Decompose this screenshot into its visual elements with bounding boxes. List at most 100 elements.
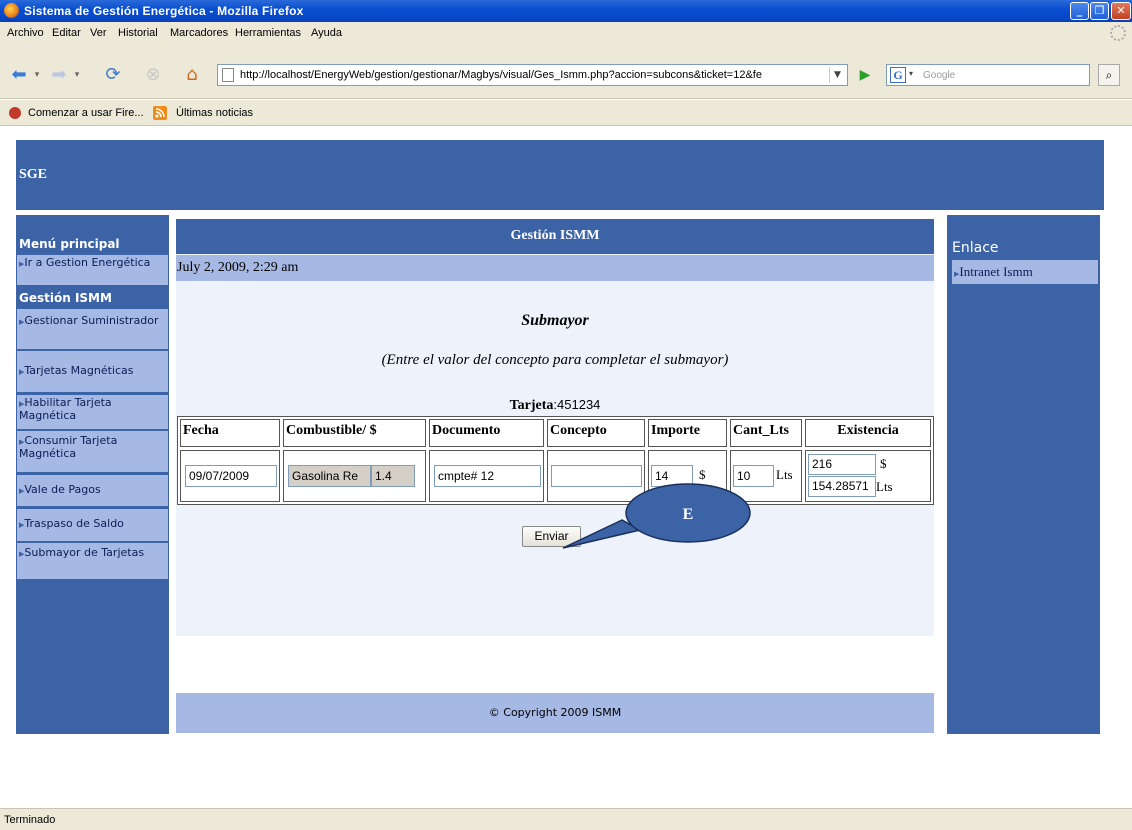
menu-ver[interactable]: Ver bbox=[90, 27, 107, 39]
navigation-toolbar: ⬅ ▾ ➡ ▾ ⟳ ⊗ ⌂ http://localhost/EnergyWeb… bbox=[0, 44, 1132, 99]
url-text: http://localhost/EnergyWeb/gestion/gesti… bbox=[240, 69, 762, 81]
sidebar-item-vale-de-pagos[interactable]: ▶Vale de Pagos bbox=[17, 475, 168, 506]
site-title: SGE bbox=[19, 167, 48, 182]
sidebar-item-gestion-energetica[interactable]: ▶Ir a Gestion Energética bbox=[17, 255, 168, 285]
fecha-field[interactable]: 09/07/2009 bbox=[185, 465, 277, 487]
date-bar: July 2, 2009, 2:29 am bbox=[176, 255, 934, 281]
sidebar-item-gestionar-suministrador[interactable]: ▶Gestionar Suministrador bbox=[17, 309, 168, 349]
menu-historial[interactable]: Historial bbox=[118, 27, 158, 39]
close-icon[interactable]: ✕ bbox=[1111, 2, 1131, 20]
window-title-bar: Sistema de Gestión Energética - Mozilla … bbox=[0, 0, 1132, 22]
search-placeholder: Google bbox=[923, 70, 956, 81]
menu-principal-heading: Menú principal bbox=[19, 237, 120, 251]
sidebar-item-consumir-tarjeta[interactable]: ▶Consumir Tarjeta Magnética bbox=[17, 431, 168, 472]
bookmarks-toolbar: Comenzar a usar Fire... Últimas noticias bbox=[0, 100, 1132, 126]
table-cell-existencia: 216 $ 154.28571 Lts bbox=[805, 450, 931, 502]
left-sidebar: Menú principal ▶Ir a Gestion Energética … bbox=[16, 215, 169, 734]
sidebar-item-label: Habilitar Tarjeta Magnética bbox=[19, 396, 112, 422]
site-banner: SGE bbox=[16, 140, 1104, 210]
table-cell-concepto bbox=[547, 450, 645, 502]
home-icon[interactable]: ⌂ bbox=[179, 64, 205, 86]
back-dropdown-icon[interactable]: ▾ bbox=[32, 64, 42, 86]
bookmark-latest-news[interactable]: Últimas noticias bbox=[176, 107, 253, 119]
enviar-button[interactable]: Enviar bbox=[522, 526, 581, 547]
existencia-lts-field[interactable]: 154.28571 bbox=[808, 476, 876, 497]
forward-dropdown-icon[interactable]: ▾ bbox=[72, 64, 82, 86]
instruction-text: (Entre el valor del concepto para comple… bbox=[381, 352, 729, 368]
column-header-importe: Importe bbox=[648, 419, 727, 447]
sidebar-item-label: Gestionar Suministrador bbox=[24, 314, 159, 327]
tarjeta-label: Tarjeta bbox=[509, 398, 554, 413]
submayor-table: Fecha Combustible/ $ Documento Concepto … bbox=[177, 416, 934, 505]
sidebar-item-label: Tarjetas Magnéticas bbox=[24, 364, 134, 377]
table-cell-documento: cmpte# 12 bbox=[429, 450, 544, 502]
sidebar-item-label: Traspaso de Saldo bbox=[24, 517, 124, 530]
minimize-icon[interactable]: _ bbox=[1070, 2, 1089, 20]
sidebar-item-label: Vale de Pagos bbox=[24, 483, 101, 496]
url-dropdown-icon[interactable]: ▼ bbox=[829, 67, 845, 83]
menu-marcadores[interactable]: Marcadores bbox=[170, 27, 228, 39]
forward-icon[interactable]: ➡ bbox=[46, 64, 72, 86]
link-intranet-ismm[interactable]: ▶Intranet Ismm bbox=[952, 260, 1098, 284]
main-panel: Gestión ISMM July 2, 2009, 2:29 am Subma… bbox=[176, 219, 934, 636]
page-content: SGE Menú principal ▶Ir a Gestion Energét… bbox=[0, 127, 1132, 807]
documento-field[interactable]: cmpte# 12 bbox=[434, 465, 541, 487]
firefox-icon bbox=[4, 3, 19, 18]
gestion-ismm-heading: Gestión ISMM bbox=[19, 291, 112, 305]
go-icon[interactable]: ▶ bbox=[855, 65, 875, 85]
reload-icon[interactable]: ⟳ bbox=[100, 64, 126, 86]
sidebar-item-submayor-de-tarjetas[interactable]: ▶Submayor de Tarjetas bbox=[17, 543, 168, 579]
google-icon[interactable]: G bbox=[890, 67, 906, 83]
cant-lts-field[interactable]: 10 bbox=[733, 465, 774, 487]
search-input[interactable]: G ▾ Google bbox=[886, 64, 1090, 86]
column-header-combustible: Combustible/ $ bbox=[283, 419, 426, 447]
enlace-heading: Enlace bbox=[952, 240, 999, 256]
url-bar[interactable]: http://localhost/EnergyWeb/gestion/gesti… bbox=[217, 64, 848, 86]
sidebar-item-traspaso-de-saldo[interactable]: ▶Traspaso de Saldo bbox=[17, 509, 168, 541]
importe-unit: $ bbox=[699, 467, 706, 482]
menu-ayuda[interactable]: Ayuda bbox=[311, 27, 342, 39]
table-cell-importe: 14 $ bbox=[648, 450, 727, 502]
combustible-field[interactable]: Gasolina Re bbox=[288, 465, 371, 487]
firefox-bookmark-icon bbox=[9, 107, 21, 119]
page-footer: © Copyright 2009 ISMM bbox=[176, 693, 934, 733]
column-header-concepto: Concepto bbox=[547, 419, 645, 447]
menu-archivo[interactable]: Archivo bbox=[7, 27, 44, 39]
sidebar-item-label: Submayor de Tarjetas bbox=[24, 546, 145, 559]
search-icon[interactable]: ⌕ bbox=[1098, 64, 1120, 86]
table-cell-fecha: 09/07/2009 bbox=[180, 450, 280, 502]
throbber-icon bbox=[1110, 25, 1126, 41]
status-text: Terminado bbox=[4, 814, 56, 826]
rss-icon bbox=[153, 106, 167, 120]
concepto-field[interactable] bbox=[551, 465, 642, 487]
status-bar: Terminado bbox=[0, 808, 1132, 830]
sidebar-item-habilitar-tarjeta[interactable]: ▶Habilitar Tarjeta Magnética bbox=[17, 395, 168, 429]
precio-field[interactable]: 1.4 bbox=[371, 465, 415, 487]
right-sidebar: Enlace ▶Intranet Ismm bbox=[947, 215, 1100, 734]
stop-icon[interactable]: ⊗ bbox=[140, 64, 166, 86]
sidebar-item-label: Ir a Gestion Energética bbox=[24, 256, 151, 269]
engine-dropdown-icon[interactable]: ▾ bbox=[909, 69, 913, 78]
bookmark-getting-started[interactable]: Comenzar a usar Fire... bbox=[28, 107, 144, 119]
sidebar-item-label: Consumir Tarjeta Magnética bbox=[19, 434, 118, 460]
column-header-fecha: Fecha bbox=[180, 419, 280, 447]
cant-lts-unit: Lts bbox=[776, 467, 793, 482]
existencia-importe-unit: $ bbox=[880, 456, 887, 471]
page-subtitle: Submayor bbox=[521, 312, 589, 329]
back-icon[interactable]: ⬅ bbox=[6, 64, 32, 86]
existencia-importe-field[interactable]: 216 bbox=[808, 454, 876, 475]
tarjeta-line: Tarjeta:451234 bbox=[176, 397, 934, 414]
sidebar-item-tarjetas-magneticas[interactable]: ▶Tarjetas Magnéticas bbox=[17, 351, 168, 392]
column-header-cant-lts: Cant_Lts bbox=[730, 419, 802, 447]
maximize-icon[interactable]: ❐ bbox=[1090, 2, 1109, 20]
menu-editar[interactable]: Editar bbox=[52, 27, 81, 39]
importe-field[interactable]: 14 bbox=[651, 465, 693, 487]
main-header: Gestión ISMM bbox=[176, 219, 934, 254]
menu-herramientas[interactable]: Herramientas bbox=[235, 27, 301, 39]
table-cell-combustible: Gasolina Re 1.4 bbox=[283, 450, 426, 502]
link-label: Intranet Ismm bbox=[959, 264, 1033, 279]
tarjeta-number: :451234 bbox=[553, 397, 601, 412]
table-cell-cant-lts: 10 Lts bbox=[730, 450, 802, 502]
column-header-existencia: Existencia bbox=[805, 419, 931, 447]
column-header-documento: Documento bbox=[429, 419, 544, 447]
